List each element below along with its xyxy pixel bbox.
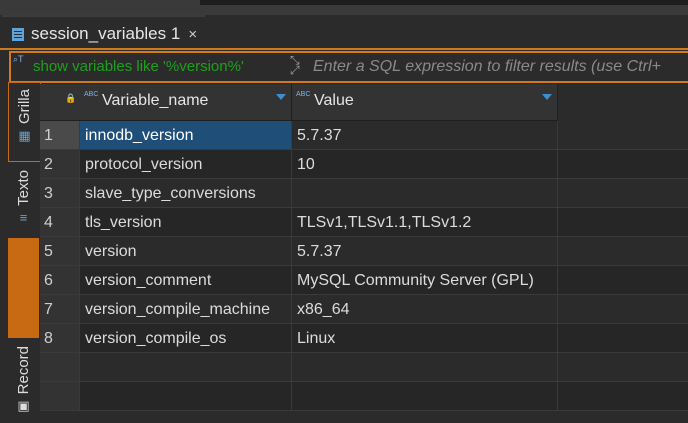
close-icon[interactable]: × <box>188 26 197 43</box>
expand-editor-icon[interactable]: ⤡ ⤢ <box>290 54 308 76</box>
table-row[interactable]: 6 version_comment MySQL Community Server (… <box>40 266 688 295</box>
value-cell[interactable]: Linux <box>292 324 558 353</box>
text-icon: ≡ <box>19 209 28 225</box>
row-number[interactable]: 4 <box>40 208 80 237</box>
table-row[interactable]: 4 tls_version TLSv1,TLSv1.1,TLSv1.2 <box>40 208 688 237</box>
row-number[interactable]: 6 <box>40 266 80 295</box>
column-header-value[interactable]: ABC Value <box>292 84 558 121</box>
sql-query-text[interactable]: show variables like '%version%' <box>33 56 285 78</box>
empty-cell <box>558 237 688 266</box>
table-row[interactable]: 1 innodb_version 5.7.37 <box>40 121 688 150</box>
filter-bar: ⌕T show variables like '%version%' ⤡ ⤢ En… <box>9 51 688 83</box>
top-strip <box>0 0 688 15</box>
table-row[interactable]: 2 protocol_version 10 <box>40 150 688 179</box>
grid-view-label: Grilla <box>16 89 33 125</box>
empty-cell <box>292 353 558 382</box>
empty-cell <box>80 353 292 382</box>
tab-label: session_variables 1 <box>31 24 181 43</box>
text-type-icon: ABC <box>84 91 99 98</box>
empty-cell <box>558 353 688 382</box>
grid-icon: ▦ <box>18 128 31 144</box>
record-icon: ▣ <box>17 398 30 414</box>
record-view-label: Record <box>15 346 32 395</box>
variable-name-cell[interactable]: tls_version <box>80 208 292 237</box>
value-cell[interactable]: x86_64 <box>292 295 558 324</box>
table-row[interactable]: 8 version_compile_os Linux <box>40 324 688 353</box>
sort-icon[interactable] <box>542 94 552 100</box>
row-number[interactable]: 8 <box>40 324 80 353</box>
value-cell[interactable]: 5.7.37 <box>292 237 558 266</box>
value-cell[interactable] <box>292 179 558 208</box>
empty-cell <box>558 121 688 150</box>
variable-name-cell[interactable]: protocol_version <box>80 150 292 179</box>
sql-filter-icon[interactable]: ⌕T <box>13 55 31 75</box>
row-number[interactable]: 3 <box>40 179 80 208</box>
empty-cell <box>558 324 688 353</box>
empty-cell <box>558 208 688 237</box>
tab-record-view[interactable]: Record ▣ <box>8 338 39 423</box>
value-cell[interactable]: TLSv1,TLSv1.1,TLSv1.2 <box>292 208 558 237</box>
column-label: Variable_name <box>102 92 209 109</box>
view-switcher-panel: Grilla ▦ Texto ≡ Record ▣ <box>8 82 41 423</box>
empty-cell <box>558 179 688 208</box>
empty-cell <box>558 150 688 179</box>
variable-name-cell[interactable]: version_comment <box>80 266 292 295</box>
tab-session-variables[interactable]: session_variables 1 × <box>2 15 205 51</box>
variable-name-cell[interactable]: innodb_version <box>80 121 292 150</box>
column-header-variable-name[interactable]: ABC Variable_name <box>80 84 292 121</box>
empty-cell <box>558 295 688 324</box>
tab-underline <box>0 48 688 50</box>
variable-name-cell[interactable]: version <box>80 237 292 266</box>
value-cell[interactable]: MySQL Community Server (GPL) <box>292 266 558 295</box>
tab-grid-view[interactable]: Grilla ▦ <box>8 82 41 162</box>
variable-name-cell[interactable]: version_compile_machine <box>80 295 292 324</box>
empty-row <box>40 353 688 382</box>
row-number[interactable]: 2 <box>40 150 80 179</box>
row-number <box>40 382 80 411</box>
table-row[interactable]: 3 slave_type_conversions <box>40 179 688 208</box>
value-cell[interactable]: 10 <box>292 150 558 179</box>
sort-icon[interactable] <box>276 94 286 100</box>
table-row[interactable]: 7 version_compile_machine x86_64 <box>40 295 688 324</box>
row-number-header[interactable]: 🔒 <box>40 84 81 121</box>
empty-cell <box>80 382 292 411</box>
tab-text-view[interactable]: Texto ≡ <box>8 162 39 238</box>
text-view-label: Texto <box>15 170 32 206</box>
row-number[interactable]: 5 <box>40 237 80 266</box>
column-label: Value <box>314 92 354 109</box>
table-row[interactable]: 5 version 5.7.37 <box>40 237 688 266</box>
toolbar-edge <box>200 0 688 5</box>
empty-row <box>40 382 688 411</box>
variable-name-cell[interactable]: version_compile_os <box>80 324 292 353</box>
empty-cell <box>558 266 688 295</box>
results-grid: 🔒 ABC Variable_name ABC Value 1 innodb_ve… <box>40 84 688 423</box>
row-number[interactable]: 7 <box>40 295 80 324</box>
value-cell[interactable]: 5.7.37 <box>292 121 558 150</box>
empty-cell <box>558 382 688 411</box>
empty-cell <box>292 382 558 411</box>
lock-icon: 🔒 <box>65 93 77 103</box>
table-icon <box>12 27 24 41</box>
row-number <box>40 353 80 382</box>
variable-name-cell[interactable]: slave_type_conversions <box>80 179 292 208</box>
filter-input[interactable]: Enter a SQL expression to filter results… <box>313 56 661 78</box>
row-number[interactable]: 1 <box>40 121 80 150</box>
text-type-icon: ABC <box>296 91 311 98</box>
